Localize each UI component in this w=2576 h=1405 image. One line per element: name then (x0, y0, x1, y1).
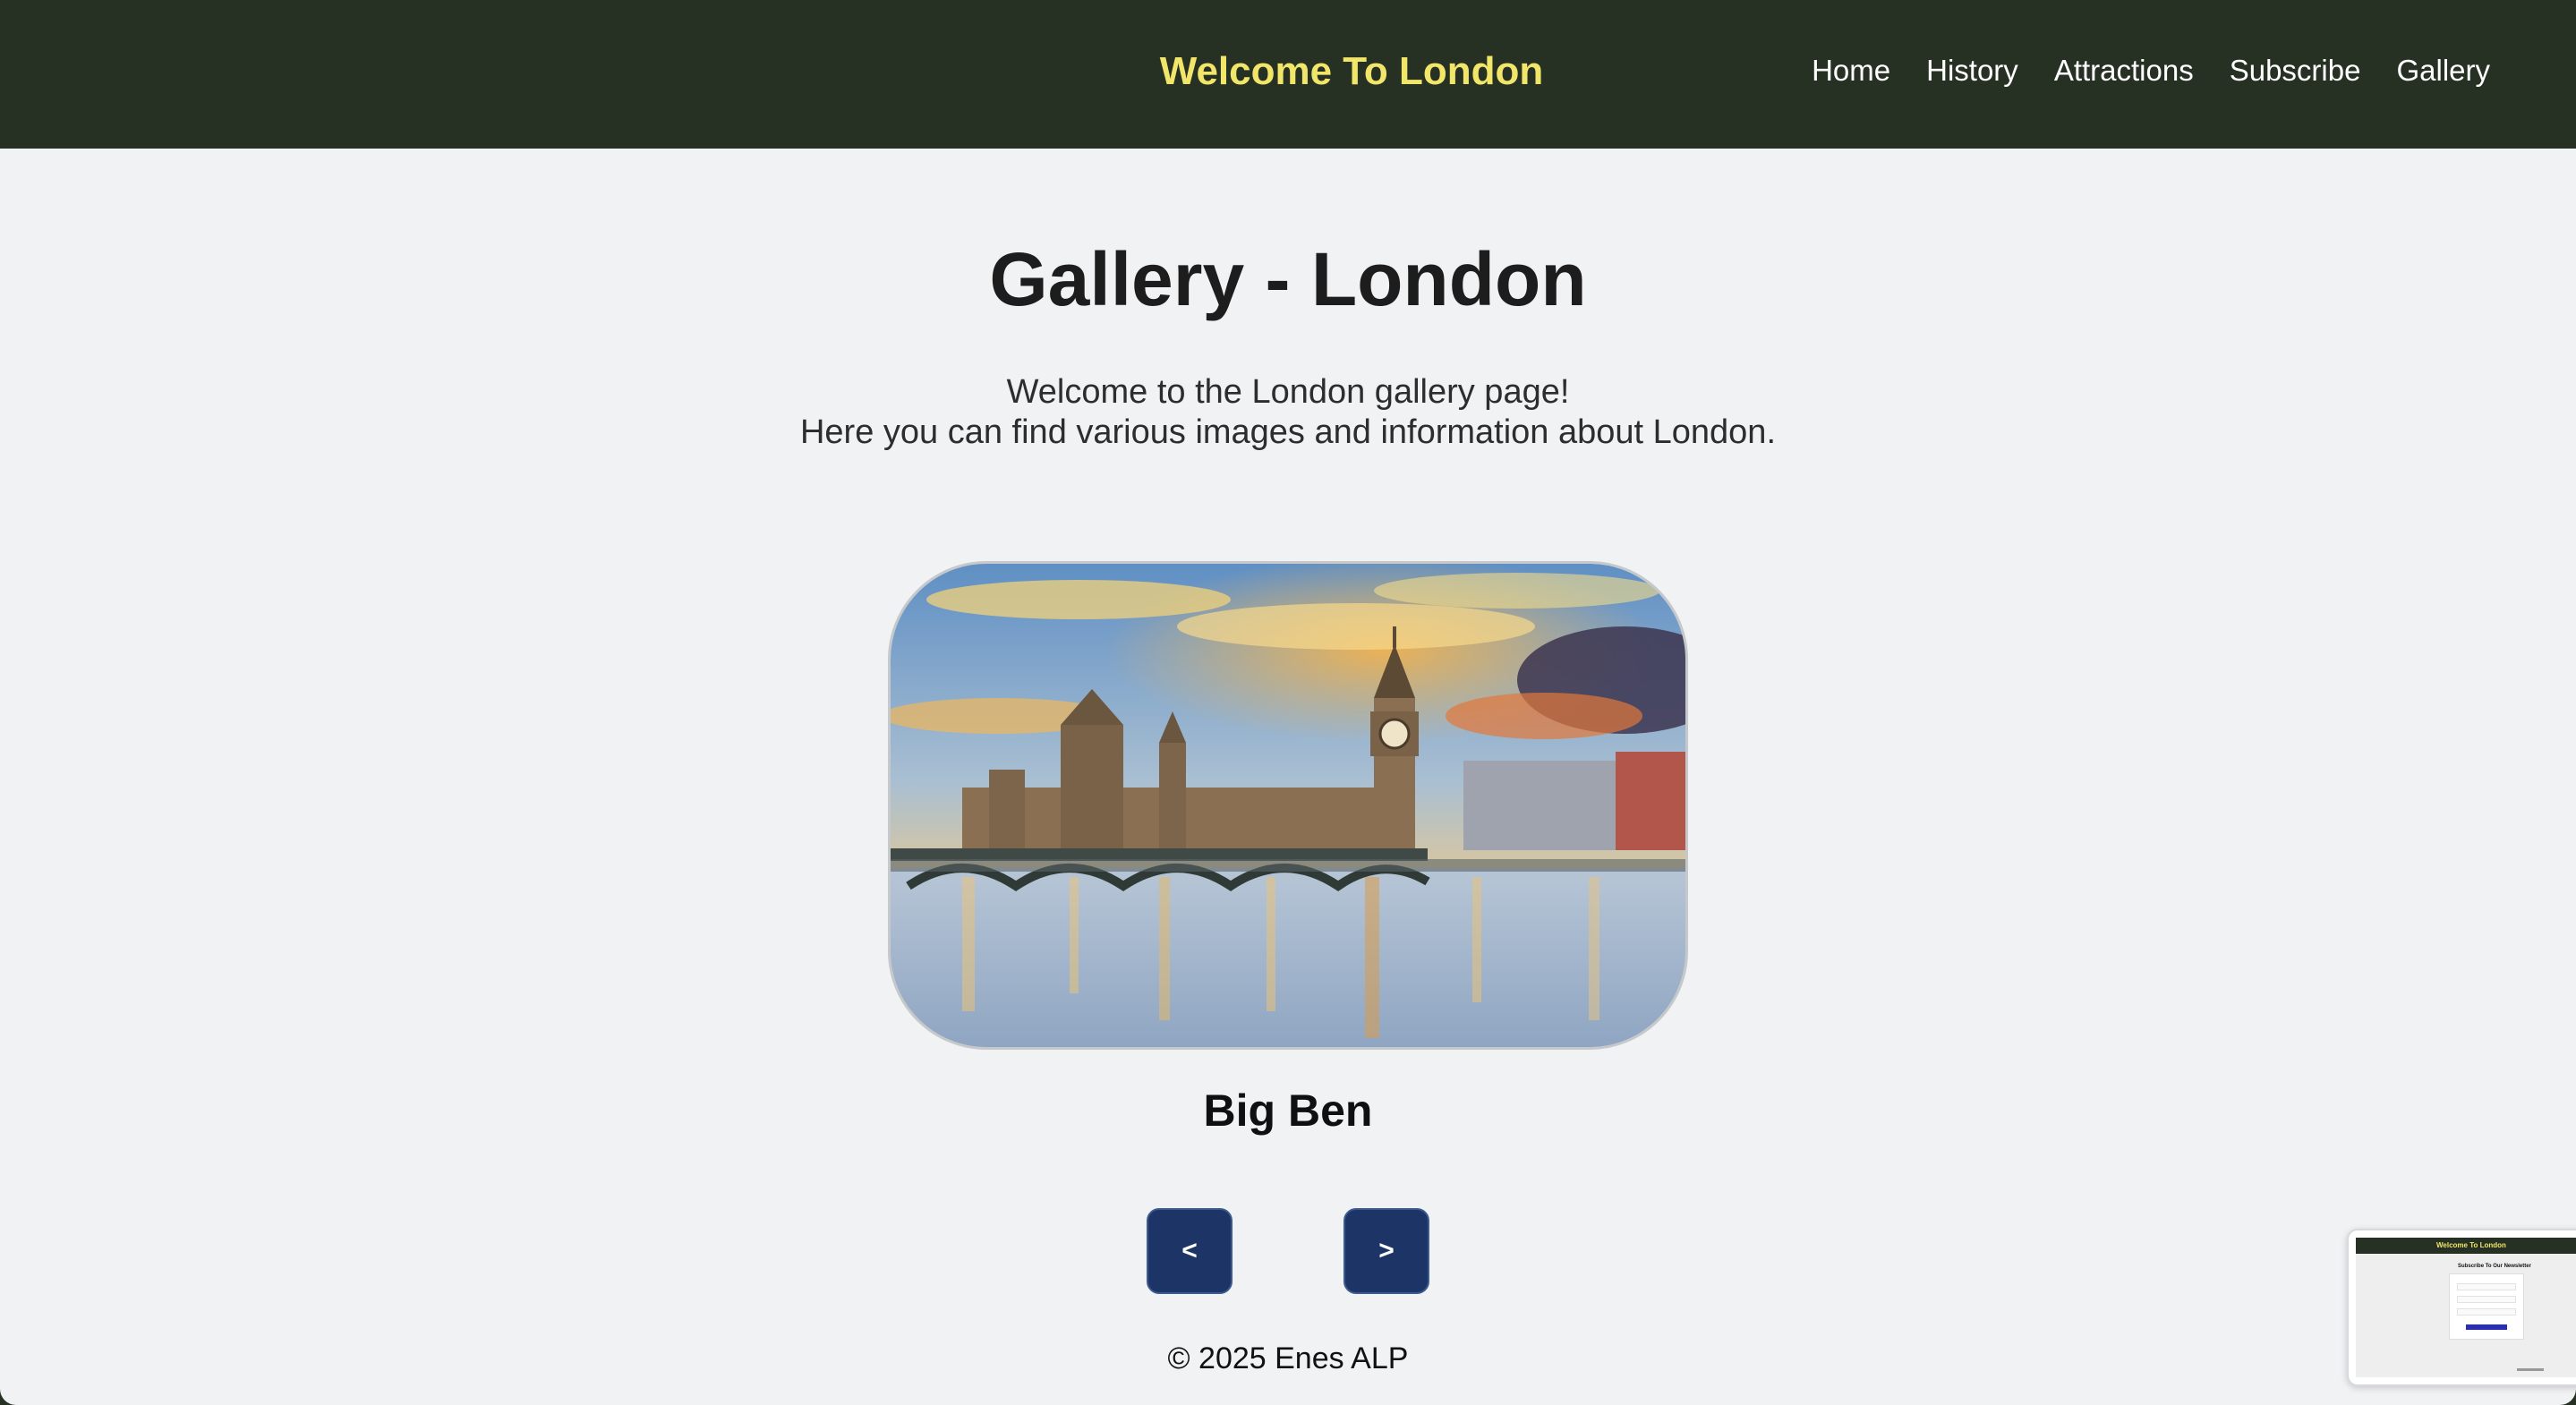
nav-history-link[interactable]: History (1926, 49, 2018, 92)
nav-home-link[interactable]: Home (1812, 49, 1890, 92)
preview-button (2466, 1324, 2507, 1330)
preview-page: Welcome To London Subscribe To Our Newsl… (2356, 1238, 2576, 1377)
preview-footer (2517, 1368, 2544, 1371)
intro-text: Welcome to the London gallery page! Here… (0, 372, 2576, 453)
preview-brand: Welcome To London (2436, 1241, 2506, 1249)
site-brand: Welcome To London (1159, 49, 1544, 93)
preview-form (2449, 1273, 2524, 1340)
intro-line-1: Welcome to the London gallery page! (1006, 373, 1570, 411)
preview-field (2457, 1296, 2516, 1303)
main-nav: Home History Attractions Subscribe Galle… (1812, 49, 2490, 92)
preview-heading: Subscribe To Our Newsletter (2458, 1264, 2531, 1269)
previous-slide-button[interactable]: < (1147, 1208, 1233, 1294)
gallery-slide-image (888, 561, 1688, 1050)
westminster-photo (891, 564, 1685, 1047)
nav-subscribe-link[interactable]: Subscribe (2230, 49, 2361, 92)
site-header: Welcome To London Home History Attractio… (0, 0, 2576, 149)
preview-field (2457, 1283, 2516, 1290)
page: Welcome To London Home History Attractio… (0, 0, 2576, 1405)
next-slide-button[interactable]: > (1343, 1208, 1429, 1294)
preview-header: Welcome To London (2356, 1238, 2576, 1254)
footer-copyright: © 2025 Enes ALP (1167, 1341, 1409, 1375)
nav-attractions-link[interactable]: Attractions (2054, 49, 2194, 92)
slide-caption: Big Ben (1203, 1086, 1373, 1136)
window-preview-thumbnail[interactable]: Welcome To London Subscribe To Our Newsl… (2347, 1229, 2576, 1386)
preview-field (2457, 1308, 2516, 1316)
nav-gallery-link[interactable]: Gallery (2396, 49, 2490, 92)
intro-line-2: Here you can find various images and inf… (799, 413, 1776, 451)
page-title: Gallery - London (989, 237, 1587, 321)
